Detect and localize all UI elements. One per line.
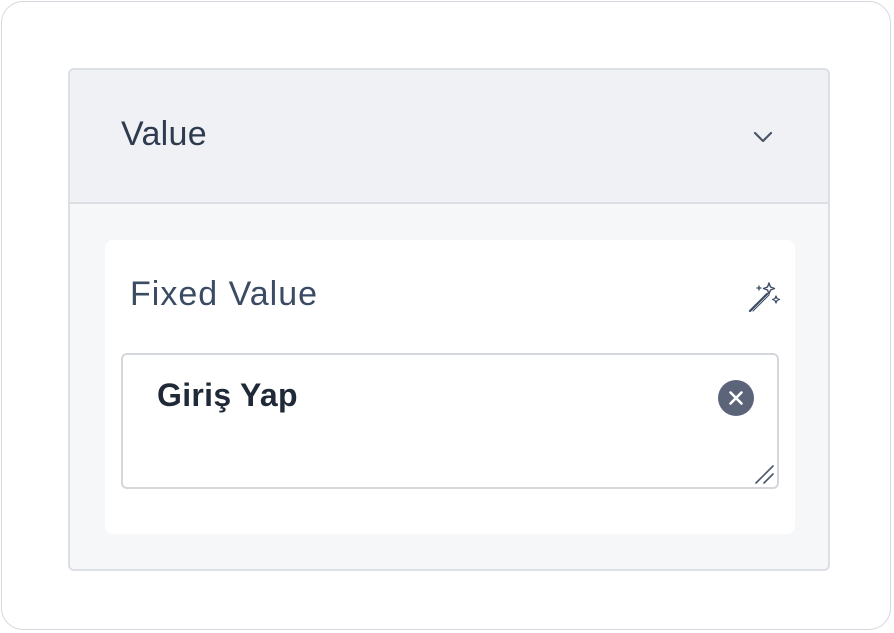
- panel-title: Value: [121, 115, 207, 153]
- resize-handle-icon[interactable]: [753, 463, 775, 485]
- window-frame: Value Fixed Value Giriş Yap: [1, 1, 891, 630]
- clear-circle-icon[interactable]: [717, 379, 755, 417]
- fixed-value-card: Fixed Value Giriş Yap: [105, 240, 795, 534]
- value-panel: Value Fixed Value Giriş Yap: [68, 68, 830, 571]
- field-label: Fixed Value: [130, 275, 319, 313]
- chevron-down-icon[interactable]: [750, 124, 776, 150]
- fixed-value-textarea[interactable]: Giriş Yap: [121, 353, 779, 489]
- value-panel-header[interactable]: Value: [70, 70, 828, 204]
- magic-wand-icon[interactable]: [745, 280, 781, 316]
- fixed-value-text[interactable]: Giriş Yap: [157, 375, 298, 415]
